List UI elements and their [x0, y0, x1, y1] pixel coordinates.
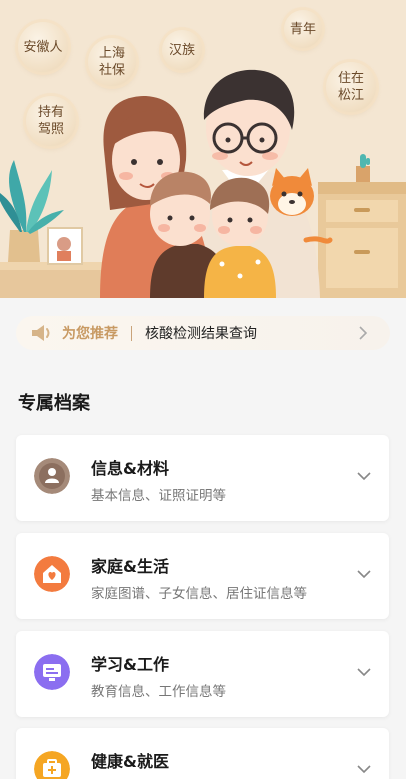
tag-youth: 青年	[284, 10, 322, 48]
card-health-medical[interactable]: 健康&就医	[16, 728, 389, 779]
hero-illustration: 安徽人 上海社保 汉族 青年 住在松江 持有驾照	[0, 0, 406, 298]
recommend-bar[interactable]: 为您推荐 核酸检测结果查询	[16, 316, 390, 350]
card-title: 健康&就医	[91, 752, 169, 771]
card-family-life[interactable]: 家庭&生活 家庭图谱、子女信息、居住证信息等	[16, 533, 389, 619]
speaker-icon	[32, 325, 50, 341]
chevron-down-icon[interactable]	[357, 471, 371, 481]
recommend-link[interactable]: 核酸检测结果查询	[145, 323, 358, 343]
section-title: 专属档案	[18, 393, 90, 414]
card-title: 家庭&生活	[91, 557, 169, 576]
person-info-icon	[34, 458, 70, 494]
chevron-down-icon[interactable]	[357, 764, 371, 774]
card-study-work[interactable]: 学习&工作 教育信息、工作信息等	[16, 631, 389, 717]
medkit-icon	[34, 751, 70, 779]
tag-driver-license: 持有驾照	[26, 96, 76, 146]
monitor-icon	[34, 654, 70, 690]
tag-shanghai-social-security: 上海社保	[88, 38, 136, 86]
tag-anhui: 安徽人	[18, 22, 68, 72]
chevron-right-icon	[359, 326, 368, 340]
card-title: 学习&工作	[91, 655, 169, 674]
divider	[131, 325, 132, 341]
card-subtitle: 教育信息、工作信息等	[91, 684, 226, 700]
card-title: 信息&材料	[91, 459, 169, 478]
card-subtitle: 家庭图谱、子女信息、居住证信息等	[91, 586, 307, 602]
chevron-down-icon[interactable]	[357, 667, 371, 677]
tag-songjiang-resident: 住在松江	[326, 62, 376, 112]
card-subtitle: 基本信息、证照证明等	[91, 488, 226, 504]
home-heart-icon	[34, 556, 70, 592]
recommend-label: 为您推荐	[62, 326, 118, 342]
chevron-down-icon[interactable]	[357, 569, 371, 579]
card-info-materials[interactable]: 信息&材料 基本信息、证照证明等	[16, 435, 389, 521]
tag-han-ethnicity: 汉族	[162, 30, 202, 70]
